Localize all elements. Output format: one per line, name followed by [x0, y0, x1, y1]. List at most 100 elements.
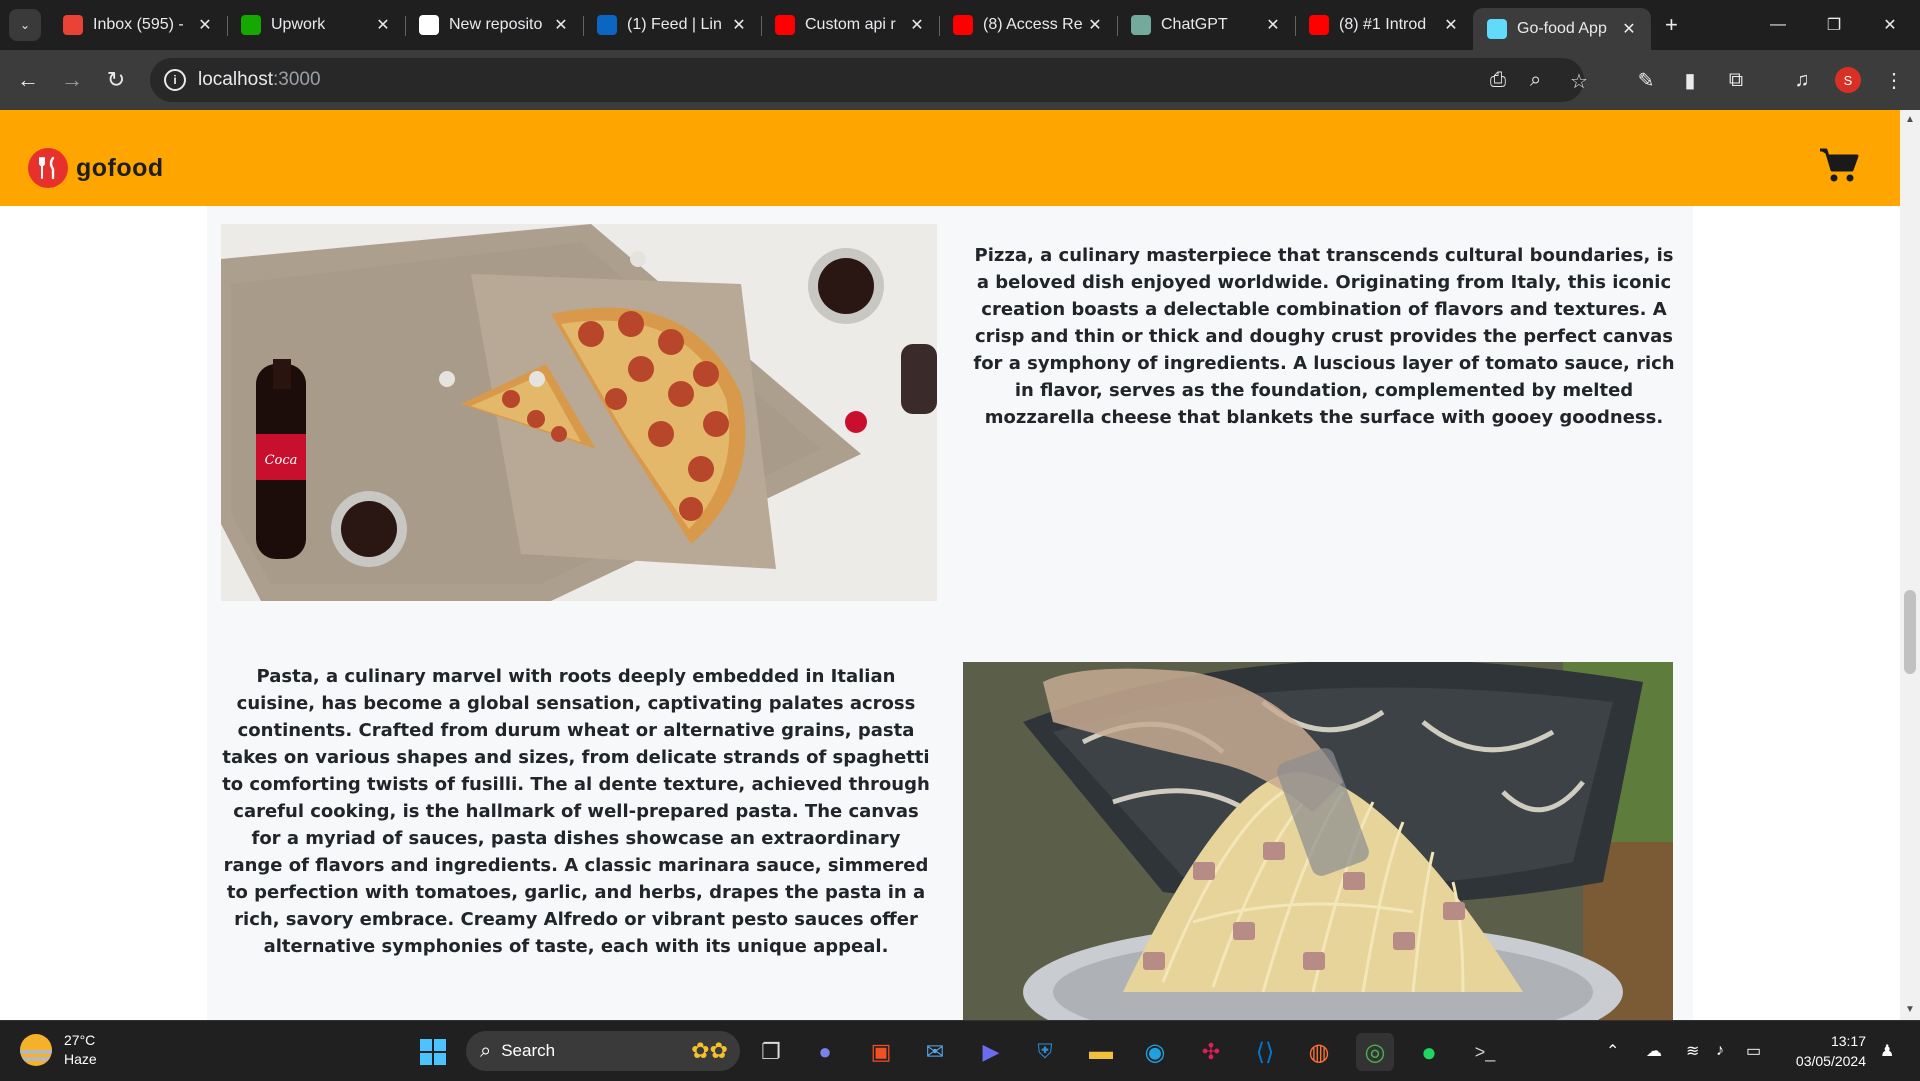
close-tab-icon[interactable]: ✕ — [907, 15, 927, 35]
taskbar-search-box[interactable]: ⌕ Search ✿✿ — [466, 1031, 740, 1071]
cart-icon[interactable] — [1818, 146, 1860, 184]
task-view-icon[interactable]: ❐ — [752, 1033, 790, 1071]
eyedropper-extension-icon[interactable]: ✎ — [1624, 58, 1668, 102]
brand-name: gofood — [76, 153, 164, 182]
close-tab-icon[interactable]: ✕ — [1441, 15, 1461, 35]
upwork-icon — [241, 15, 261, 35]
gmail-icon — [63, 15, 83, 35]
volume-icon[interactable]: ♪ — [1716, 1021, 1724, 1081]
file-explorer-icon[interactable]: ▬ — [1082, 1033, 1120, 1071]
weather-widget[interactable]: 27°C Haze — [20, 1031, 97, 1069]
pasta-photo — [963, 662, 1673, 1020]
close-tab-icon[interactable]: ✕ — [373, 15, 393, 35]
tab-search-button[interactable]: ⌄ — [9, 9, 41, 41]
onedrive-icon[interactable]: ☁ — [1646, 1021, 1662, 1081]
browser-tab[interactable]: Custom api r ✕ — [761, 0, 940, 50]
browser-tab[interactable]: Upwork ✕ — [227, 0, 406, 50]
media-control-icon[interactable]: ♫ — [1780, 58, 1824, 102]
close-tab-icon[interactable]: ✕ — [1085, 15, 1105, 35]
microsoft-store-icon[interactable]: ▣ — [862, 1033, 900, 1071]
clock-time: 13:17 — [1830, 1033, 1866, 1049]
browser-tab[interactable]: (1) Feed | Lin ✕ — [583, 0, 762, 50]
tab-label: (1) Feed | Lin — [627, 16, 722, 33]
browser-tab[interactable]: Inbox (595) - ✕ — [49, 0, 228, 50]
browser-toolbar: ← → ↻ i localhost:3000 ⎙ ⌕ ☆ ✎ ▮ ⧉ ♫ S ⋮ — [0, 50, 1920, 110]
mail-icon[interactable]: ✉ — [916, 1033, 954, 1071]
fork-knife-logo-icon — [28, 148, 68, 188]
chatgpt-icon — [1131, 15, 1151, 35]
defender-shield-icon[interactable]: ⛨ — [1026, 1033, 1064, 1071]
browser-tab[interactable]: (8) Access Re ✕ — [939, 0, 1118, 50]
minimize-button[interactable]: — — [1750, 0, 1806, 50]
chrome-icon[interactable]: ◎ — [1356, 1033, 1394, 1071]
battery-icon[interactable]: ▭ — [1746, 1021, 1761, 1081]
browser-tab-strip: ⌄ Inbox (595) - ✕ Upwork ✕ New reposito ✕ (1) … — [0, 0, 1920, 50]
close-tab-icon[interactable]: ✕ — [729, 15, 749, 35]
tab-label: Go-food App — [1517, 20, 1607, 37]
terminal-icon[interactable]: >_ — [1466, 1033, 1504, 1071]
scroll-up-icon[interactable]: ▲ — [1900, 114, 1920, 125]
taskbar-clock[interactable]: 13:17 03/05/2024 — [1784, 1031, 1866, 1071]
site-info-icon[interactable]: i — [164, 69, 186, 91]
browser-tab[interactable]: Go-food App ✕ — [1473, 8, 1651, 50]
bookmark-star-icon[interactable]: ☆ — [1570, 69, 1588, 94]
page-scrollbar[interactable]: ▲ ▼ — [1900, 110, 1920, 1020]
weather-temp: 27°C — [64, 1032, 96, 1048]
tab-label: (8) Access Re — [983, 16, 1083, 33]
haze-weather-icon — [20, 1034, 52, 1066]
firefox-icon[interactable]: ◍ — [1300, 1033, 1338, 1071]
url-port: :3000 — [273, 69, 321, 90]
youtube-icon — [775, 15, 795, 35]
back-icon[interactable]: ← — [6, 58, 50, 102]
browser-tab[interactable]: New reposito ✕ — [405, 0, 584, 50]
wifi-icon[interactable]: ≋ — [1686, 1021, 1699, 1081]
windows-taskbar: 27°C Haze ⌕ Search ✿✿ ❐ ● ▣ ✉ ▶ ⛨ ▬ ◉ ✣ … — [0, 1020, 1920, 1080]
windows-start-icon[interactable] — [414, 1033, 452, 1071]
chrome-menu-icon[interactable]: ⋮ — [1872, 58, 1916, 102]
close-tab-icon[interactable]: ✕ — [551, 15, 571, 35]
extension-icon[interactable]: ▮ — [1668, 58, 1712, 102]
clock-date: 03/05/2024 — [1795, 1053, 1866, 1069]
slack-icon[interactable]: ✣ — [1192, 1033, 1230, 1071]
weather-condition: Haze — [64, 1051, 97, 1067]
spotify-icon[interactable]: ● — [1410, 1033, 1448, 1071]
tab-label: Custom api r — [805, 16, 896, 33]
close-tab-icon[interactable]: ✕ — [1619, 19, 1639, 39]
new-tab-button[interactable]: + — [1665, 12, 1678, 38]
copilot-icon[interactable]: ▶ — [972, 1033, 1010, 1071]
forward-icon[interactable]: → — [50, 58, 94, 102]
close-tab-icon[interactable]: ✕ — [1263, 15, 1283, 35]
url-host: localhost — [198, 69, 273, 90]
svg-text:Coca: Coca — [265, 453, 298, 468]
restore-button[interactable]: ❐ — [1806, 0, 1862, 50]
tab-label: Upwork — [271, 16, 326, 33]
tab-label: (8) #1 Introd — [1339, 16, 1427, 33]
food-items-section: Coca Pizza, a culinary masterpiece that … — [207, 206, 1693, 1020]
notification-bell-icon[interactable]: ♟ — [1880, 1021, 1894, 1081]
taskbar-search-label: Search — [501, 1041, 556, 1060]
profile-avatar[interactable]: S — [1826, 58, 1870, 102]
show-hidden-icons-button[interactable]: ⌃ — [1606, 1021, 1619, 1081]
web-page: gofood Coca Pizza, a culinary masterpiec… — [0, 110, 1900, 1020]
close-tab-icon[interactable]: ✕ — [195, 15, 215, 35]
reload-icon[interactable]: ↻ — [94, 58, 138, 102]
pizza-photo: Coca — [221, 224, 937, 601]
close-window-button[interactable]: ✕ — [1862, 0, 1918, 50]
edge-icon[interactable]: ◉ — [1136, 1033, 1174, 1071]
install-app-icon[interactable]: ⎙ — [1490, 69, 1506, 92]
teams-chat-icon[interactable]: ● — [806, 1033, 844, 1071]
pizza-description: Pizza, a culinary masterpiece that trans… — [973, 245, 1675, 428]
pasta-description: Pasta, a culinary marvel with roots deep… — [222, 666, 930, 957]
browser-tab[interactable]: (8) #1 Introd ✕ — [1295, 0, 1474, 50]
flowers-search-highlight-icon: ✿✿ — [691, 1038, 728, 1063]
tab-label: Inbox (595) - — [93, 16, 184, 33]
extensions-puzzle-icon[interactable]: ⧉ — [1714, 58, 1758, 102]
brand-link[interactable]: gofood — [28, 148, 164, 188]
youtube-icon — [953, 15, 973, 35]
address-bar[interactable]: i localhost:3000 ⎙ ⌕ ☆ — [150, 58, 1588, 102]
browser-tab[interactable]: ChatGPT ✕ — [1117, 0, 1296, 50]
scroll-down-icon[interactable]: ▼ — [1900, 1004, 1920, 1015]
vscode-icon[interactable]: ⟨⟩ — [1246, 1033, 1284, 1071]
zoom-icon[interactable]: ⌕ — [1530, 69, 1541, 92]
scrollbar-thumb[interactable] — [1904, 590, 1916, 674]
